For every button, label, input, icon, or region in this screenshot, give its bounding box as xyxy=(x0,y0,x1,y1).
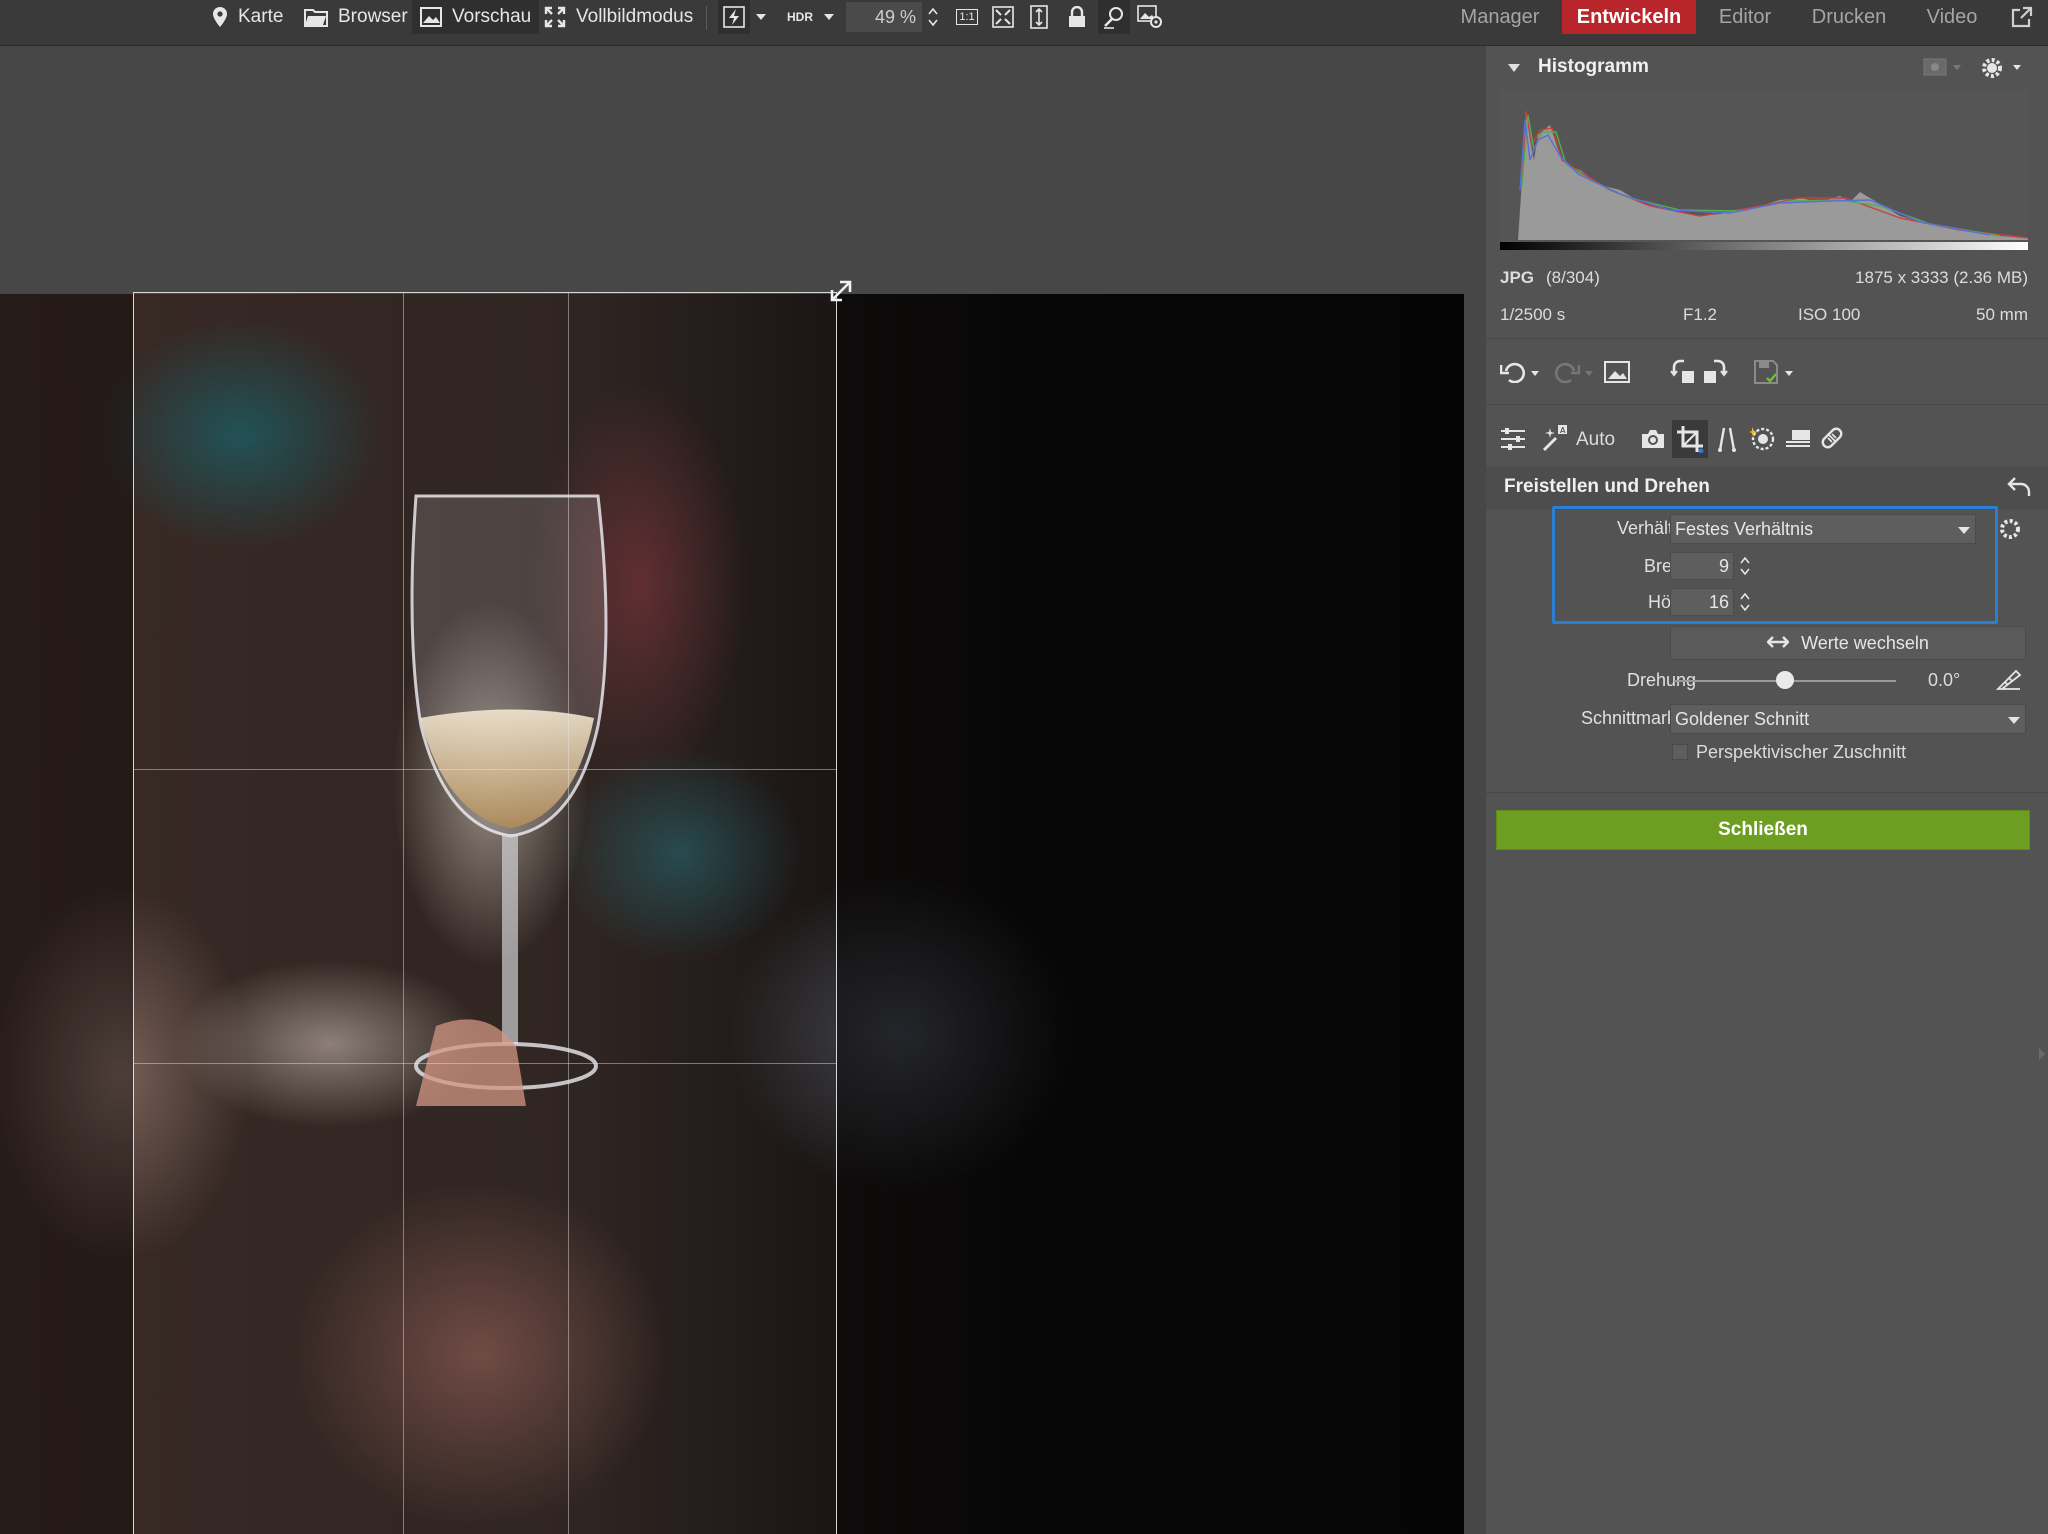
redo-icon[interactable] xyxy=(1552,358,1582,386)
gradient-filter-icon[interactable] xyxy=(1782,424,1814,454)
healing-bandage-icon[interactable] xyxy=(1816,422,1848,454)
chevron-down-icon[interactable] xyxy=(1782,366,1796,380)
fit-height-icon[interactable] xyxy=(1024,0,1054,34)
one-to-one-label: 1:1 xyxy=(956,9,978,25)
rotate-right-icon[interactable] xyxy=(1700,358,1730,386)
divider xyxy=(1486,792,2048,793)
toolbar-divider xyxy=(706,6,707,30)
aperture: F1.2 xyxy=(1683,305,1718,324)
hdr-button[interactable]: HDR xyxy=(780,0,820,34)
chevron-down-icon[interactable] xyxy=(1582,366,1596,380)
reset-arrow-icon[interactable] xyxy=(2004,472,2034,502)
module-manager[interactable]: Manager xyxy=(1452,0,1548,34)
resize-handle-icon[interactable] xyxy=(826,276,856,311)
map-button[interactable]: Karte xyxy=(212,0,283,34)
fullscreen-icon xyxy=(544,6,566,28)
adjustments-sliders-icon[interactable] xyxy=(1498,424,1528,454)
histogram-title: Histogramm xyxy=(1538,56,1649,77)
straighten-tool-icon[interactable] xyxy=(1994,666,2024,694)
golden-ratio-guide xyxy=(568,293,569,1534)
iso: ISO 100 xyxy=(1798,305,1861,324)
display-mode-icon[interactable] xyxy=(1922,56,1948,78)
top-toolbar: Karte Browser Vorschau Vollbildmodus HDR… xyxy=(0,0,2048,46)
crop-frame[interactable] xyxy=(133,292,837,1534)
original-image-icon[interactable] xyxy=(1602,358,1632,386)
auto-magic-wand-icon[interactable]: A xyxy=(1538,422,1570,454)
browser-button[interactable]: Browser xyxy=(304,0,408,34)
right-panel: Histogramm JPG (8/304) 1875 x 3333 (2.36 xyxy=(1486,46,2048,1534)
perspective-label[interactable]: Perspektivischer Zuschnitt xyxy=(1696,742,1906,763)
rotation-value: 0.0° xyxy=(1928,670,1961,690)
map-pin-icon xyxy=(212,6,228,28)
flash-icon[interactable] xyxy=(718,0,750,34)
file-format: JPG xyxy=(1500,268,1535,287)
image-icon xyxy=(420,7,442,27)
svg-text:A: A xyxy=(1560,426,1566,435)
image-canvas[interactable]: ★★★★★ xyxy=(0,46,1478,1534)
chevron-down-icon[interactable] xyxy=(752,0,770,34)
zoom-stepper-icon[interactable] xyxy=(924,0,942,34)
undo-icon[interactable] xyxy=(1498,358,1528,386)
browser-label: Browser xyxy=(338,6,408,27)
gear-icon[interactable] xyxy=(1978,54,2006,82)
golden-ratio-guide xyxy=(403,293,404,1534)
save-icon[interactable] xyxy=(1750,358,1782,386)
golden-ratio-guide xyxy=(134,769,836,770)
perspective-icon[interactable] xyxy=(1712,424,1742,454)
collapse-triangle-icon[interactable] xyxy=(1506,60,1522,76)
module-develop[interactable]: Entwickeln xyxy=(1562,0,1696,34)
folder-icon xyxy=(304,7,328,27)
rotation-slider-handle[interactable] xyxy=(1776,671,1794,689)
panel-expand-icon[interactable] xyxy=(2036,1042,2048,1066)
image-dimensions: 1875 x 3333 (2.36 MB) xyxy=(1855,268,2028,287)
rotate-left-icon[interactable] xyxy=(1668,358,1698,386)
golden-ratio-guide xyxy=(134,1063,836,1064)
close-button[interactable]: Schließen xyxy=(1496,810,2030,850)
focus-highlight xyxy=(1552,506,1998,624)
gear-icon[interactable] xyxy=(1996,514,2024,544)
image-settings-icon[interactable] xyxy=(1134,0,1166,34)
divider xyxy=(1486,404,2048,405)
guides-value: Goldener Schnitt xyxy=(1675,708,1810,729)
focal-length: 50 mm xyxy=(1976,305,2028,324)
shutter-speed: 1/2500 s xyxy=(1500,305,1566,324)
histogram xyxy=(1500,90,2029,250)
chevron-down-icon[interactable] xyxy=(2010,60,2024,74)
zoom-field[interactable]: 49 % xyxy=(846,2,922,32)
auto-label[interactable]: Auto xyxy=(1576,429,1615,451)
crop-mask-left xyxy=(0,294,133,1534)
external-window-icon[interactable] xyxy=(2004,0,2040,34)
file-index: (8/304) xyxy=(1546,268,1600,287)
guides-select[interactable]: Goldener Schnitt xyxy=(1670,704,2026,734)
chevron-down-icon[interactable] xyxy=(1528,366,1542,380)
fullscreen-label: Vollbildmodus xyxy=(576,6,694,27)
map-label: Karte xyxy=(238,6,284,27)
crop-tool-icon[interactable] xyxy=(1672,420,1708,458)
zoom-tool-icon[interactable] xyxy=(1098,0,1130,34)
chevron-down-icon xyxy=(2007,709,2021,730)
one-to-one-button[interactable]: 1:1 xyxy=(952,0,982,34)
swap-label: Werte wechseln xyxy=(1801,632,1929,653)
fit-screen-icon[interactable] xyxy=(988,0,1018,34)
color-mask-icon[interactable] xyxy=(1746,422,1778,454)
camera-icon[interactable] xyxy=(1638,424,1668,454)
lock-icon[interactable] xyxy=(1062,0,1092,34)
module-editor[interactable]: Editor xyxy=(1706,0,1784,34)
chevron-down-icon[interactable] xyxy=(1950,60,1964,74)
module-print[interactable]: Drucken xyxy=(1800,0,1898,34)
app-window: Karte Browser Vorschau Vollbildmodus HDR… xyxy=(0,0,2048,1534)
swap-arrows-icon xyxy=(1766,633,1790,654)
module-video[interactable]: Video xyxy=(1910,0,1994,34)
fullscreen-button[interactable]: Vollbildmodus xyxy=(544,0,693,34)
chevron-down-icon[interactable] xyxy=(820,0,838,34)
preview-label: Vorschau xyxy=(452,6,532,27)
perspective-checkbox[interactable] xyxy=(1672,744,1688,760)
preview-button[interactable]: Vorschau xyxy=(412,0,540,34)
section-title: Freistellen und Drehen xyxy=(1504,476,1710,497)
crop-mask-right xyxy=(836,294,1464,1534)
divider xyxy=(1486,338,2048,339)
swap-values-button[interactable]: Werte wechseln xyxy=(1670,626,2026,660)
